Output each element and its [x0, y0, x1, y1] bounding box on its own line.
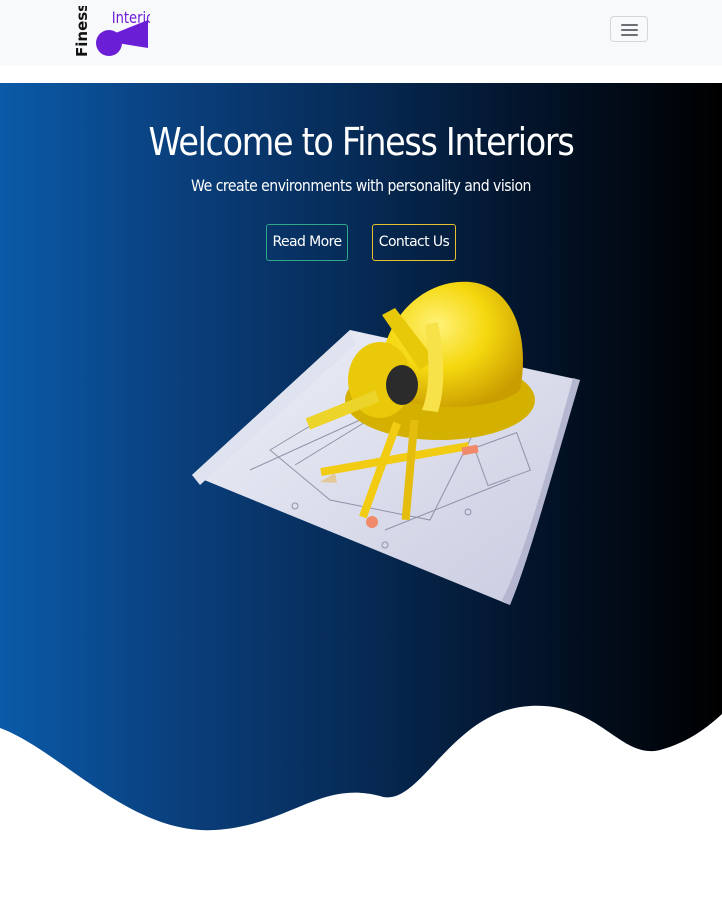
navbar: Interiors Finess [0, 0, 722, 66]
contact-us-button[interactable]: Contact Us [372, 224, 456, 261]
hero-title: Welcome to Finess Interiors [148, 120, 575, 164]
navbar-toggler-button[interactable] [610, 16, 648, 42]
logo-graphic: Interiors Finess [73, 3, 166, 57]
brand-logo[interactable]: Interiors Finess [73, 3, 166, 58]
brand-word-interiors: Interiors [112, 9, 150, 28]
hero-wave-shape [0, 705, 722, 916]
read-more-button[interactable]: Read More [266, 224, 348, 261]
brand-word-finess: Finess [74, 6, 91, 57]
hero-subtitle: We create environments with personality … [191, 176, 531, 195]
hard-hat-blueprint-illustration [192, 281, 580, 605]
